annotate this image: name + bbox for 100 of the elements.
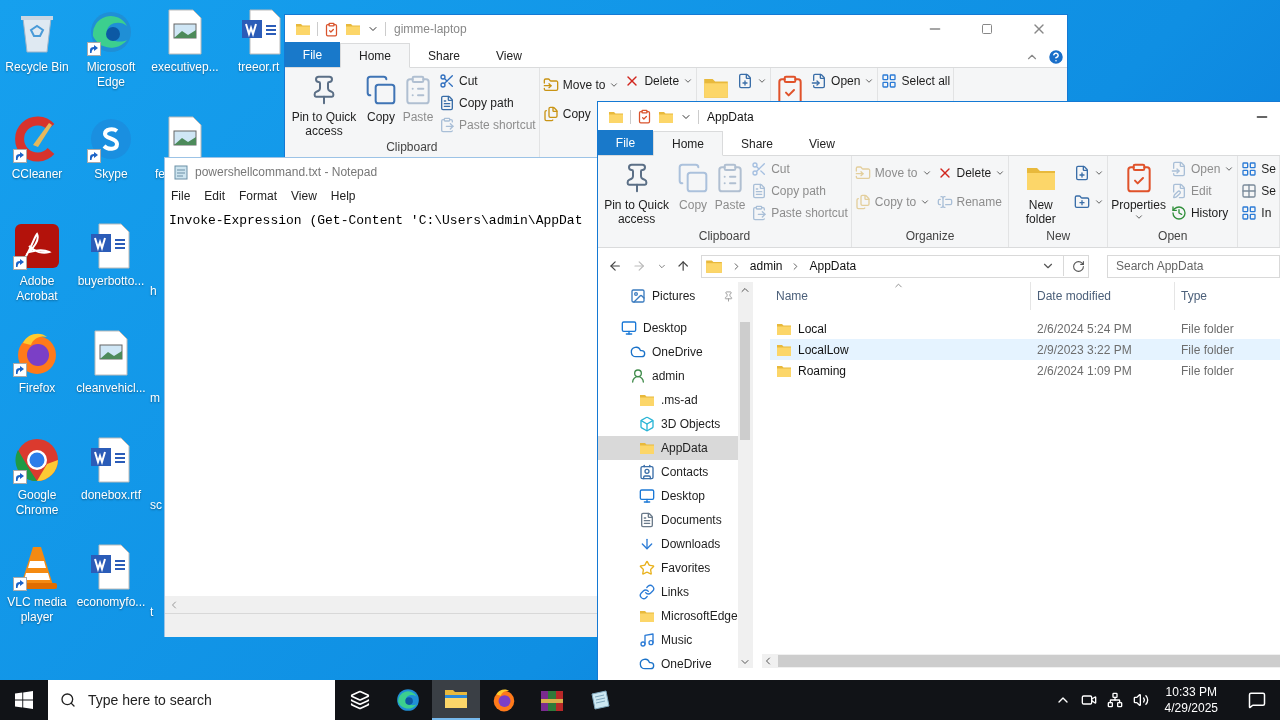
ribbon-button[interactable]: Copy path <box>437 92 516 114</box>
search-field[interactable]: Type here to search <box>48 680 335 720</box>
nav-item[interactable]: Desktop <box>598 316 738 340</box>
nav-item[interactable]: admin <box>598 364 738 388</box>
scrollbar[interactable] <box>762 654 1280 668</box>
file-row[interactable]: LocalLow 2/9/2023 3:22 PM File folder <box>770 339 1280 360</box>
file-tab[interactable]: File <box>598 130 653 155</box>
column-header[interactable]: Name <box>770 282 1031 310</box>
breadcrumb[interactable]: admin <box>749 257 783 275</box>
app-logo-icon <box>13 222 61 270</box>
nav-item[interactable]: Documents <box>598 508 738 532</box>
ribbon-button[interactable]: Pin to Quick access <box>599 158 675 226</box>
scroll-thumb[interactable] <box>740 322 751 440</box>
column-header[interactable]: Type <box>1175 282 1280 310</box>
file-name: Roaming <box>798 362 847 380</box>
file-row[interactable]: Local 2/6/2024 5:24 PM File folder <box>770 318 1280 339</box>
folder-icon <box>345 21 361 37</box>
breadcrumb[interactable]: AppData <box>809 257 857 275</box>
nav-item[interactable]: Desktop <box>598 484 738 508</box>
properties-icon[interactable] <box>637 109 652 124</box>
menu-item[interactable]: Edit <box>204 187 226 205</box>
notification-icon[interactable] <box>1248 691 1266 709</box>
open-icon <box>1170 161 1187 177</box>
scrollbar[interactable] <box>737 282 753 668</box>
nav-item[interactable]: Pictures <box>598 284 738 308</box>
volume-icon[interactable] <box>1132 692 1149 708</box>
ribbon-button[interactable]: Pin to Quick access <box>286 70 362 138</box>
clipboard-icon <box>439 117 455 133</box>
nav-item[interactable]: OneDrive <box>598 340 738 364</box>
folder-arrow-icon <box>854 164 871 181</box>
folder-plus-icon <box>1074 193 1091 210</box>
ribbon-button[interactable]: Cut <box>437 70 480 92</box>
ribbon-button[interactable]: Copy <box>363 70 399 124</box>
up-icon[interactable] <box>676 258 691 274</box>
nav-item[interactable]: Downloads <box>598 532 738 556</box>
copy-icon <box>854 193 871 210</box>
folder-icon <box>639 392 655 408</box>
scissors-icon <box>439 73 455 89</box>
menu-item[interactable]: Format <box>239 187 278 205</box>
ribbon-tab[interactable]: View <box>791 131 853 156</box>
ribbon-tab[interactable]: Share <box>723 131 792 156</box>
ribbon-button[interactable]: History <box>1168 202 1231 224</box>
ribbon-button[interactable]: Delete <box>622 70 696 92</box>
nav-item[interactable]: AppData <box>598 436 738 460</box>
search-field[interactable]: Search AppData <box>1107 254 1280 278</box>
caret-icon <box>864 76 875 86</box>
cloud-icon <box>630 344 646 360</box>
nav-item[interactable]: Links <box>598 580 738 604</box>
taskbar-button[interactable] <box>432 680 480 720</box>
scrollbar[interactable] <box>165 596 597 613</box>
ribbon-button[interactable]: Properties <box>1109 158 1168 222</box>
address-bar[interactable]: admin AppData <box>700 254 1089 278</box>
table-cell-text: 2/6/2024 5:24 PM <box>1036 320 1133 338</box>
file-tab[interactable]: File <box>285 42 340 67</box>
notepad-icon <box>173 164 189 180</box>
ribbon-tab[interactable]: View <box>478 43 540 68</box>
nav-item[interactable]: Contacts <box>598 460 738 484</box>
nav-item[interactable]: MicrosoftEdge <box>598 604 738 628</box>
windows-logo-icon <box>15 691 33 709</box>
table-cell-text: 2/9/2023 3:22 PM <box>1036 341 1133 359</box>
grid-icon <box>1241 183 1258 199</box>
network-icon[interactable] <box>1106 692 1123 708</box>
folder-icon <box>444 688 468 710</box>
new-file-icon <box>1074 164 1091 181</box>
column-header[interactable]: Date modified <box>1031 282 1175 310</box>
nav-item[interactable]: OneDrive <box>598 652 738 676</box>
ribbon-button[interactable]: Move to <box>540 70 622 99</box>
scroll-thumb[interactable] <box>778 655 1280 667</box>
nav-item[interactable]: Music <box>598 628 738 652</box>
nav-item[interactable]: .ms-ad <box>598 388 738 412</box>
nav-item[interactable]: Favorites <box>598 556 738 580</box>
ribbon-button[interactable]: Open <box>809 70 877 92</box>
caret-icon <box>683 76 694 86</box>
ribbon-tab[interactable]: Home <box>653 131 723 156</box>
refresh-icon[interactable] <box>1072 259 1085 273</box>
group-label: Organize <box>904 228 956 245</box>
properties-icon[interactable] <box>324 21 339 37</box>
ribbon-tab[interactable]: Share <box>410 43 479 68</box>
clock[interactable]: 10:33 PM 4/29/2025 <box>1158 684 1224 716</box>
ribbon-button[interactable]: Se <box>1239 180 1278 202</box>
ribbon-button[interactable]: Select all <box>879 70 953 92</box>
menu-item[interactable]: File <box>171 187 191 205</box>
maximize-icon[interactable] <box>981 23 993 35</box>
camera-icon[interactable] <box>1080 692 1097 708</box>
ribbon-button[interactable]: New folder <box>1010 158 1072 226</box>
file-row[interactable]: Roaming 2/6/2024 1:09 PM File folder <box>770 360 1280 381</box>
back-icon[interactable] <box>608 258 623 274</box>
ribbon-button[interactable]: Copy <box>540 99 593 128</box>
clipboard-icon <box>751 205 768 221</box>
open-icon <box>811 73 828 89</box>
app-logo-icon <box>491 687 517 713</box>
menu-item[interactable]: View <box>291 187 317 205</box>
ribbon-tab[interactable]: Home <box>340 43 410 68</box>
ribbon-button[interactable]: Delete <box>934 158 1008 187</box>
menu-item[interactable]: Help <box>330 187 356 205</box>
caret-icon <box>1133 212 1144 222</box>
ribbon-button[interactable]: In <box>1239 202 1274 224</box>
table-cell-text: File folder <box>1180 320 1235 338</box>
nav-item[interactable]: 3D Objects <box>598 412 738 436</box>
ribbon-button[interactable]: Se <box>1239 158 1278 180</box>
